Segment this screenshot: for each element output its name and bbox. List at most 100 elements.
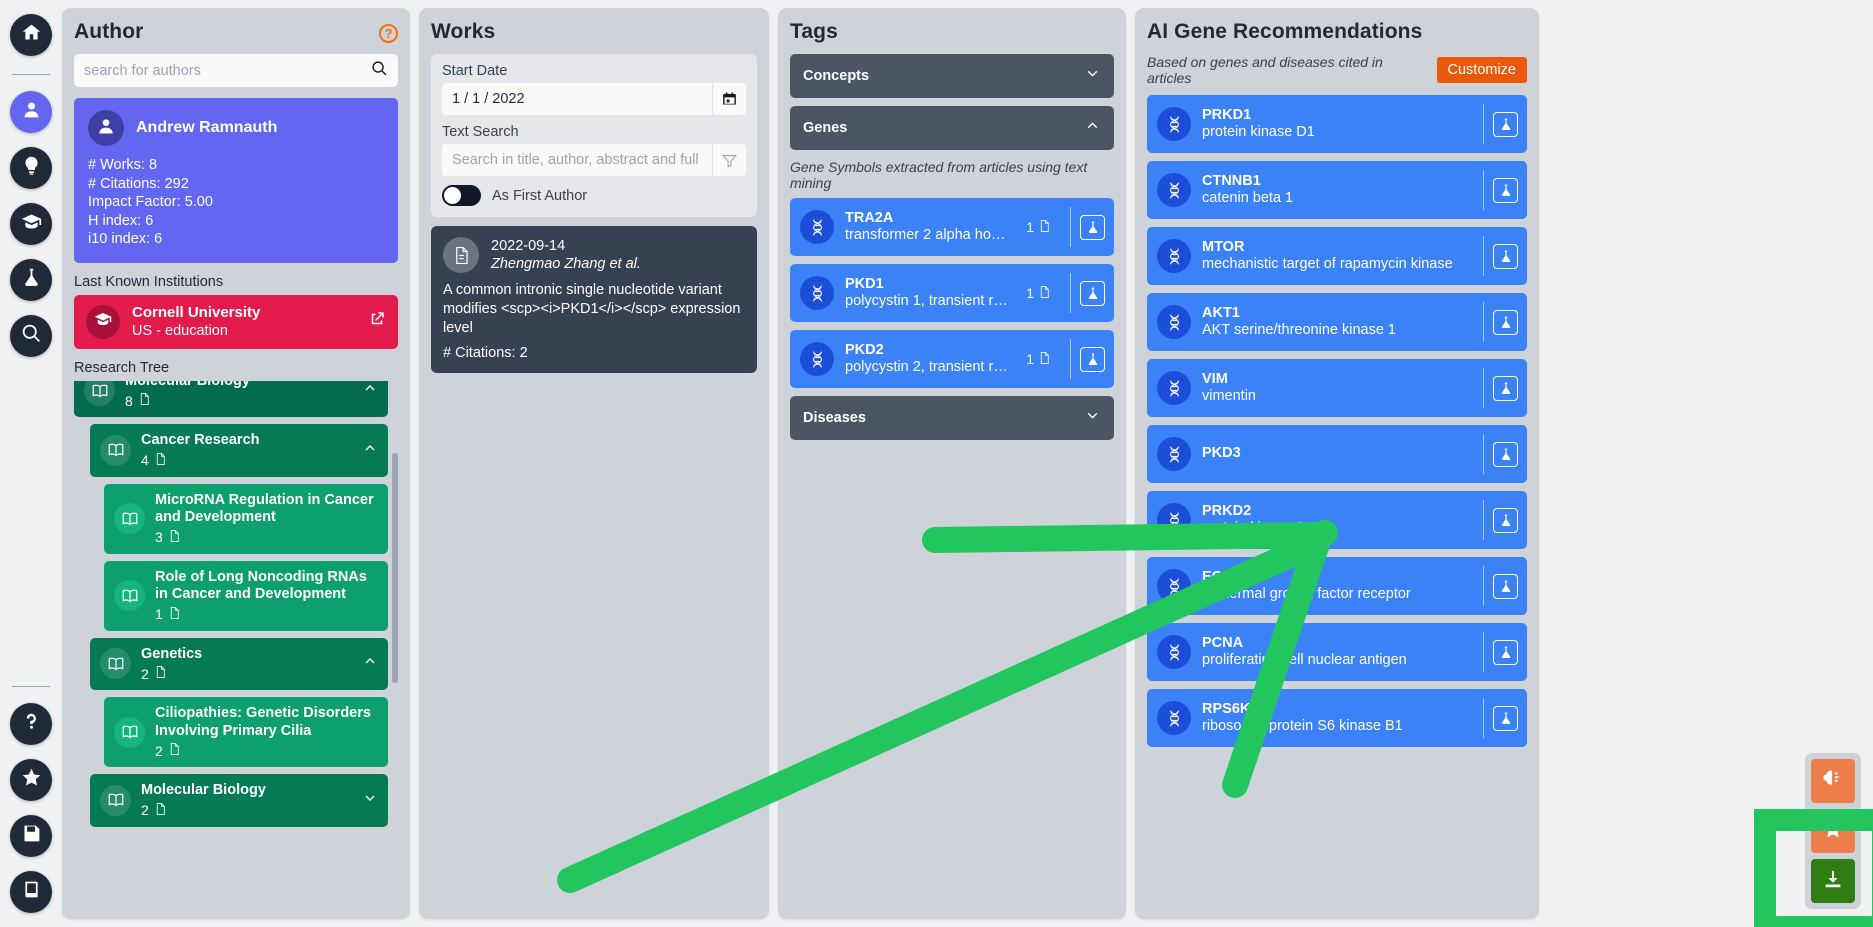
chevron-down-icon[interactable] bbox=[1084, 65, 1101, 87]
dna-icon bbox=[1157, 569, 1191, 603]
gene-experiment-button[interactable] bbox=[1483, 170, 1527, 210]
start-date-label: Start Date bbox=[442, 63, 508, 79]
chevron-up-icon[interactable] bbox=[362, 381, 378, 402]
panels-container: Author ? Andrew Ramnauth # Works: bbox=[62, 0, 1873, 927]
nav-search-button[interactable] bbox=[10, 315, 52, 357]
gene-experiment-button[interactable] bbox=[1483, 434, 1527, 474]
gene-experiment-button[interactable] bbox=[1483, 302, 1527, 342]
ai-recommendation-card[interactable]: EGFR epidermal growth factor receptor bbox=[1147, 557, 1527, 615]
gene-description: AKT serine/threonine kinase 1 bbox=[1202, 322, 1396, 338]
nav-insights-button[interactable] bbox=[10, 147, 52, 189]
tags-section-label: Genes bbox=[803, 120, 848, 136]
tree-node[interactable]: Ciliopathies: Genetic Disorders Involvin… bbox=[104, 697, 388, 767]
gene-experiment-button[interactable] bbox=[1070, 339, 1114, 379]
search-icon[interactable] bbox=[371, 60, 388, 82]
nav-favorites-button[interactable] bbox=[10, 759, 52, 801]
research-tree-scroller: Molecular Biology 8 Cancer Research 4 Mi… bbox=[74, 380, 388, 827]
gene-experiment-button[interactable] bbox=[1483, 104, 1527, 144]
nav-academic-button[interactable] bbox=[10, 203, 52, 245]
chevron-up-icon[interactable] bbox=[362, 440, 378, 461]
gene-experiment-button[interactable] bbox=[1483, 236, 1527, 276]
ai-recommendation-card[interactable]: VIM vimentin bbox=[1147, 359, 1527, 417]
external-link-icon[interactable] bbox=[368, 310, 386, 333]
floating-action-stack bbox=[1805, 753, 1861, 909]
ai-recommendation-card[interactable]: PRKD2 protein kinase D2 bbox=[1147, 491, 1527, 549]
work-result-card[interactable]: 2022-09-14 Zhengmao Zhang et al. A commo… bbox=[431, 226, 757, 373]
download-button[interactable] bbox=[1811, 859, 1855, 903]
gene-experiment-button[interactable] bbox=[1483, 632, 1527, 672]
calendar-icon[interactable] bbox=[712, 83, 746, 115]
tags-section-diseases[interactable]: Diseases bbox=[790, 396, 1114, 440]
tree-node[interactable]: Cancer Research 4 bbox=[90, 424, 388, 477]
question-mark-icon bbox=[21, 711, 42, 737]
chevron-up-icon[interactable] bbox=[362, 653, 378, 674]
nav-save-button[interactable] bbox=[10, 815, 52, 857]
chevron-down-icon[interactable] bbox=[362, 790, 378, 811]
tree-node[interactable]: MicroRNA Regulation in Cancer and Develo… bbox=[104, 483, 388, 554]
flask-icon bbox=[1493, 111, 1518, 137]
gene-experiment-button[interactable] bbox=[1483, 368, 1527, 408]
author-summary-card[interactable]: Andrew Ramnauth # Works: 8 # Citations: … bbox=[74, 98, 398, 263]
text-search-input[interactable] bbox=[442, 152, 712, 168]
favorites-button[interactable] bbox=[1811, 809, 1855, 853]
nav-home-button[interactable] bbox=[10, 14, 52, 56]
gene-tag-card[interactable]: TRA2A transformer 2 alpha homolog 1 bbox=[790, 198, 1114, 256]
text-search-field[interactable] bbox=[442, 144, 746, 176]
ai-recommendation-card[interactable]: PKD3 bbox=[1147, 425, 1527, 483]
chevron-down-icon[interactable] bbox=[1084, 407, 1101, 429]
chevron-up-icon[interactable] bbox=[1084, 117, 1101, 139]
ai-recommendation-card[interactable]: CTNNB1 catenin beta 1 bbox=[1147, 161, 1527, 219]
tree-node[interactable]: Molecular Biology 8 bbox=[74, 380, 388, 417]
tree-node-title: Molecular Biology bbox=[125, 380, 250, 389]
book-icon bbox=[100, 434, 131, 466]
graduation-cap-icon bbox=[94, 310, 112, 333]
customize-button[interactable]: Customize bbox=[1436, 57, 1527, 83]
search-icon bbox=[21, 323, 42, 349]
institution-card[interactable]: Cornell University US - education bbox=[74, 294, 398, 349]
ai-recommendation-body: EGFR epidermal growth factor receptor bbox=[1202, 569, 1472, 604]
first-author-toggle-row[interactable]: As First Author bbox=[442, 185, 746, 206]
gene-description: protein kinase D1 bbox=[1202, 124, 1315, 140]
tree-node[interactable]: Molecular Biology 2 bbox=[90, 774, 388, 827]
help-icon[interactable]: ? bbox=[379, 24, 398, 43]
nav-help-button[interactable] bbox=[10, 703, 52, 745]
gene-experiment-button[interactable] bbox=[1070, 207, 1114, 247]
gene-tag-card[interactable]: PKD1 polycystin 1, transient receptor p.… bbox=[790, 264, 1114, 322]
start-date-input[interactable] bbox=[442, 91, 712, 107]
author-name: Andrew Ramnauth bbox=[136, 119, 278, 136]
gene-experiment-button[interactable] bbox=[1483, 566, 1527, 606]
start-date-field[interactable] bbox=[442, 83, 746, 115]
nav-library-button[interactable] bbox=[10, 871, 52, 913]
ai-recommendation-card[interactable]: AKT1 AKT serine/threonine kinase 1 bbox=[1147, 293, 1527, 351]
brain-button[interactable] bbox=[1811, 759, 1855, 803]
ai-recommendation-card[interactable]: PRKD1 protein kinase D1 bbox=[1147, 95, 1527, 153]
author-search-input[interactable] bbox=[84, 62, 371, 79]
document-icon bbox=[154, 452, 167, 469]
tree-node[interactable]: Role of Long Noncoding RNAs in Cancer an… bbox=[104, 560, 388, 631]
tree-node[interactable]: Genetics 2 bbox=[90, 637, 388, 690]
ai-recommendation-card[interactable]: MTOR mechanistic target of rapamycin kina… bbox=[1147, 227, 1527, 285]
ai-recommendation-card[interactable]: RPS6KB1 ribosomal protein S6 kinase B1 bbox=[1147, 689, 1527, 747]
tags-section-concepts[interactable]: Concepts bbox=[790, 54, 1114, 98]
gene-tag-card[interactable]: PKD2 polycystin 2, transient receptor p.… bbox=[790, 330, 1114, 388]
app-root: Author ? Andrew Ramnauth # Works: bbox=[0, 0, 1873, 927]
filter-funnel-icon[interactable] bbox=[712, 144, 746, 176]
ai-recommendation-card[interactable]: PCNA proliferating cell nuclear antigen bbox=[1147, 623, 1527, 681]
gene-experiment-button[interactable] bbox=[1483, 698, 1527, 738]
gene-description: epidermal growth factor receptor bbox=[1202, 586, 1411, 602]
tags-section-genes[interactable]: Genes bbox=[790, 106, 1114, 150]
author-panel: Author ? Andrew Ramnauth # Works: bbox=[62, 8, 410, 919]
flask-icon bbox=[21, 267, 42, 293]
gene-count-value: 1 bbox=[1026, 219, 1034, 235]
nav-author-button[interactable] bbox=[10, 91, 52, 133]
gene-experiment-button[interactable] bbox=[1483, 500, 1527, 540]
research-tree-scrollbar[interactable] bbox=[392, 452, 398, 683]
first-author-toggle[interactable] bbox=[442, 185, 481, 206]
gene-experiment-button[interactable] bbox=[1070, 273, 1114, 313]
ai-recommendation-body: PKD3 bbox=[1202, 445, 1472, 463]
nav-experiments-button[interactable] bbox=[10, 259, 52, 301]
tree-node-count-value: 2 bbox=[141, 665, 149, 682]
book-icon bbox=[21, 879, 42, 905]
work-meta: 2022-09-14 Zhengmao Zhang et al. bbox=[491, 237, 641, 273]
author-search-box[interactable] bbox=[74, 54, 398, 87]
